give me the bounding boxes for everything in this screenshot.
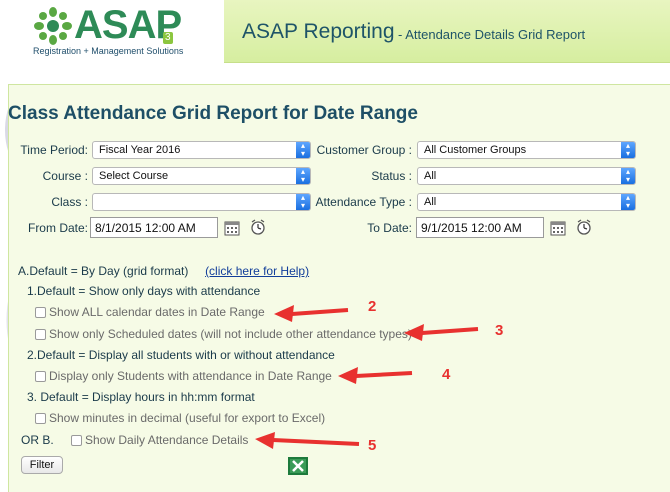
calendar-icon[interactable]	[224, 220, 240, 236]
app-title: ASAP Reporting	[242, 20, 395, 43]
show-scheduled-label: Show only Scheduled dates (will not incl…	[49, 327, 412, 341]
display-students-checkbox[interactable]	[35, 371, 46, 382]
class-select[interactable]: ▴ ▾	[92, 193, 311, 211]
to-date-input[interactable]: 9/1/2015 12:00 AM	[416, 217, 544, 238]
from-date-label: From Date:	[27, 221, 88, 235]
clock-icon[interactable]	[250, 219, 266, 235]
show-daily-checkbox[interactable]	[71, 435, 82, 446]
display-students-label: Display only Students with attendance in…	[49, 369, 332, 383]
select-arrows-icon: ▴ ▾	[296, 168, 310, 184]
excel-export-icon[interactable]	[288, 457, 308, 475]
select-arrows-icon: ▴ ▾	[621, 194, 635, 210]
attendance-type-label: Attendance Type :	[315, 195, 412, 209]
app-subtitle: - Attendance Details Grid Report	[398, 27, 586, 42]
show-scheduled-checkbox[interactable]	[35, 329, 46, 340]
select-arrows-icon: ▴ ▾	[621, 168, 635, 184]
select-arrows-icon: ▴ ▾	[621, 142, 635, 158]
logo: ASAP 3 Registration + Management Solutio…	[0, 0, 224, 62]
status-select[interactable]: All ▴ ▾	[417, 167, 636, 185]
select-arrows-icon: ▴ ▾	[296, 142, 310, 158]
annotation-arrow-icon	[255, 432, 360, 449]
annotation-arrow-icon	[404, 324, 479, 341]
show-daily-label: Show Daily Attendance Details	[85, 433, 249, 447]
logo-tagline: Registration + Management Solutions	[33, 46, 184, 56]
annotation-arrow-icon	[274, 305, 349, 322]
annotation-number: 4	[442, 366, 451, 383]
help-link[interactable]: (click here for Help)	[205, 264, 309, 278]
attendance-type-value: All	[424, 196, 437, 208]
customer-group-label: Customer Group :	[316, 143, 412, 157]
to-date-label: To Date:	[367, 221, 412, 235]
logo-badge: 3	[163, 32, 173, 44]
status-label: Status :	[371, 169, 412, 183]
course-select[interactable]: Select Course ▴ ▾	[92, 167, 311, 185]
course-value: Select Course	[99, 170, 169, 182]
from-date-input[interactable]: 8/1/2015 12:00 AM	[90, 217, 218, 238]
or-b-text: OR B.	[21, 433, 54, 447]
calendar-icon[interactable]	[550, 220, 566, 236]
three-default-text: 3. Default = Display hours in hh:mm form…	[27, 390, 255, 404]
time-period-value: Fiscal Year 2016	[99, 144, 181, 156]
time-period-label: Time Period:	[20, 143, 88, 157]
clock-icon[interactable]	[576, 219, 592, 235]
customer-group-value: All Customer Groups	[424, 144, 527, 156]
attendance-type-select[interactable]: All ▴ ▾	[417, 193, 636, 211]
show-minutes-checkbox[interactable]	[35, 413, 46, 424]
one-default-text: 1.Default = Show only days with attendan…	[27, 284, 261, 298]
two-default-text: 2.Default = Display all students with or…	[27, 348, 335, 362]
annotation-number: 3	[495, 322, 504, 339]
status-value: All	[424, 170, 437, 182]
annotation-arrow-icon	[338, 367, 413, 384]
page-title: Class Attendance Grid Report for Date Ra…	[8, 103, 418, 124]
annotation-number: 2	[368, 298, 377, 315]
time-period-select[interactable]: Fiscal Year 2016 ▴ ▾	[92, 141, 311, 159]
customer-group-select[interactable]: All Customer Groups ▴ ▾	[417, 141, 636, 159]
annotation-number: 5	[368, 437, 377, 454]
course-label: Course :	[42, 169, 88, 183]
show-minutes-label: Show minutes in decimal (useful for expo…	[49, 411, 326, 425]
header-band: ASAP Reporting - Attendance Details Grid…	[224, 0, 670, 63]
show-all-calendar-label: Show ALL calendar dates in Date Range	[49, 305, 265, 319]
filter-button[interactable]: Filter	[21, 456, 63, 474]
logo-mark-icon	[34, 7, 72, 45]
class-label: Class :	[51, 195, 88, 209]
show-all-calendar-checkbox[interactable]	[35, 307, 46, 318]
a-default-text: A.Default = By Day (grid format) (click …	[18, 264, 310, 278]
